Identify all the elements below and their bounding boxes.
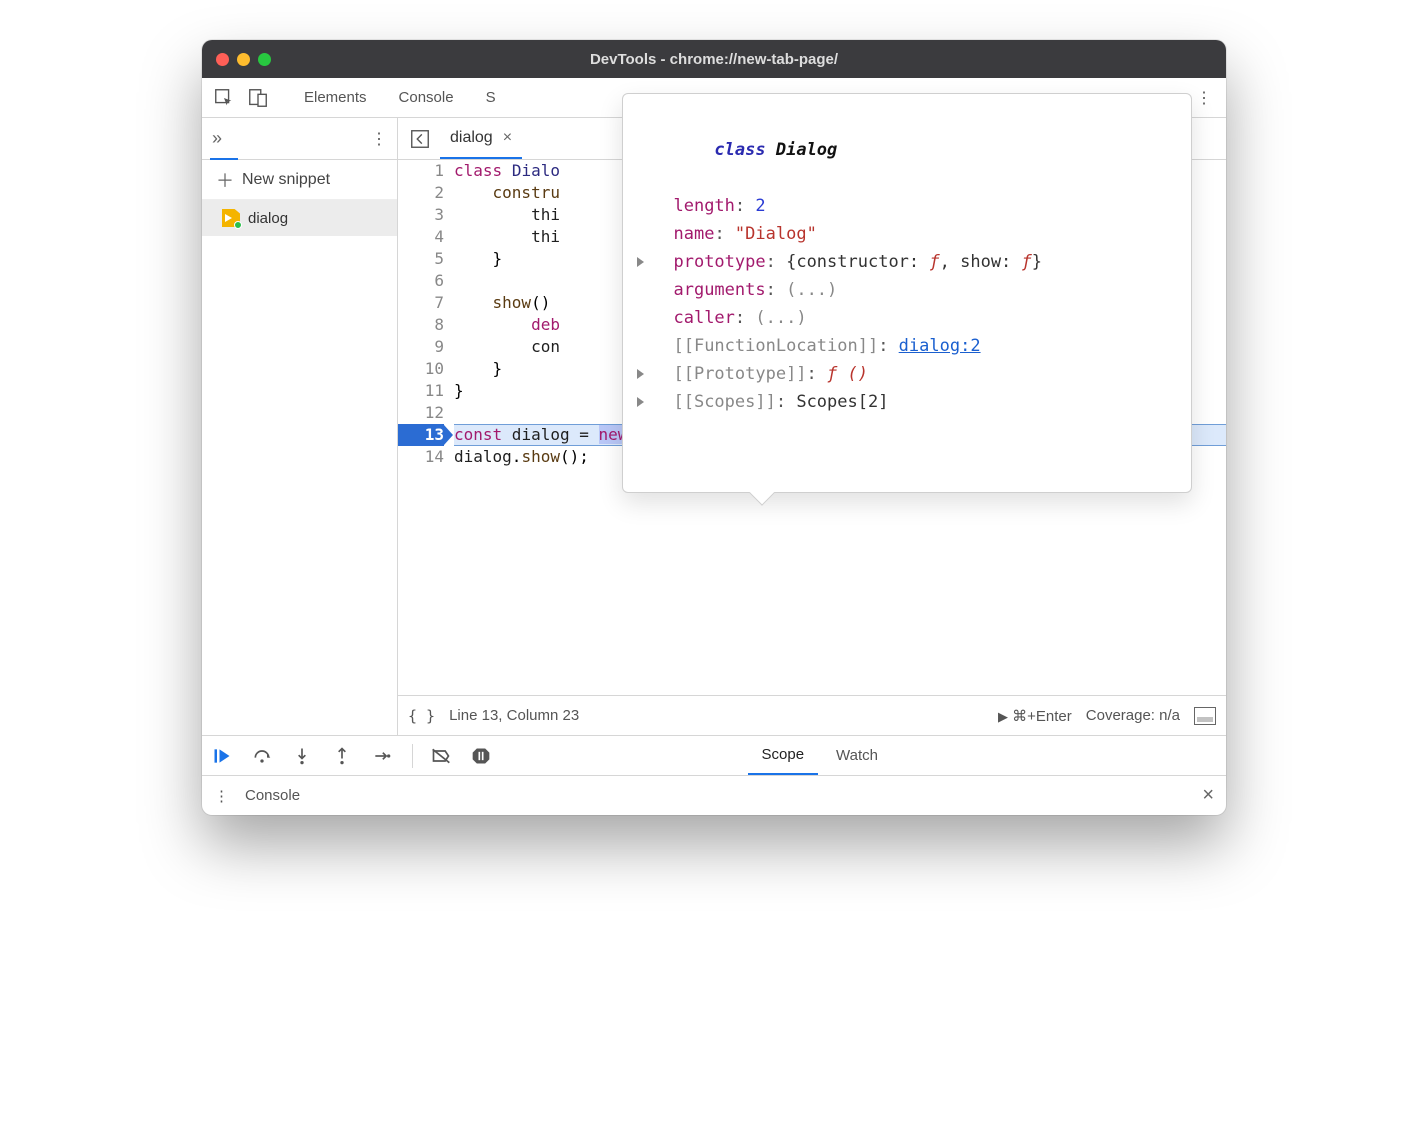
maximize-window-icon[interactable] — [258, 53, 271, 66]
step-into-icon[interactable] — [292, 746, 314, 766]
tab-scope[interactable]: Scope — [748, 736, 819, 775]
editor-tab-label: dialog — [450, 129, 493, 147]
tab-sources-truncated[interactable]: S — [470, 78, 512, 117]
editor-tab-dialog[interactable]: dialog × — [440, 118, 522, 159]
popover-row-function-location[interactable]: [[FunctionLocation]]: dialog:2 — [653, 332, 1175, 360]
toggle-drawer-icon[interactable] — [1194, 707, 1216, 725]
popover-row-prototype[interactable]: prototype: {constructor: ƒ, show: ƒ} — [653, 248, 1175, 276]
popover-title: class Dialog — [653, 108, 1175, 192]
coverage-status: Coverage: n/a — [1086, 707, 1180, 724]
popover-row-scopes[interactable]: [[Scopes]]: Scopes[2] — [653, 388, 1175, 416]
close-tab-icon[interactable]: × — [503, 129, 512, 147]
new-snippet-label: New snippet — [242, 171, 330, 189]
console-tab-label[interactable]: Console — [245, 787, 300, 804]
tab-elements[interactable]: Elements — [288, 78, 383, 117]
snippet-item-dialog[interactable]: dialog — [202, 200, 397, 236]
pause-on-exceptions-icon[interactable] — [471, 746, 493, 766]
sidebar-menu-icon[interactable] — [371, 129, 387, 149]
devtools-window: DevTools - chrome://new-tab-page/ Elemen… — [202, 40, 1226, 815]
console-drawer: Console × — [202, 775, 1226, 815]
resume-icon[interactable] — [212, 746, 234, 766]
step-over-icon[interactable] — [252, 746, 274, 766]
minimize-window-icon[interactable] — [237, 53, 250, 66]
device-toggle-icon[interactable] — [244, 84, 272, 112]
snippet-file-icon — [222, 209, 240, 227]
popover-row-arguments[interactable]: arguments: (...) — [653, 276, 1175, 304]
popover-row-internal-prototype[interactable]: [[Prototype]]: ƒ () — [653, 360, 1175, 388]
console-menu-icon[interactable] — [214, 787, 229, 805]
more-tools-icon[interactable] — [1190, 84, 1218, 112]
pretty-print-icon[interactable]: { } — [408, 707, 435, 725]
new-snippet-button[interactable]: ＋ New snippet — [202, 160, 397, 200]
step-icon[interactable] — [372, 746, 394, 766]
plus-icon: ＋ — [216, 167, 234, 193]
popover-row-length[interactable]: length: 2 — [653, 192, 1175, 220]
navigate-back-icon[interactable] — [406, 125, 434, 153]
sidebar-header: » — [202, 118, 397, 160]
snippets-sidebar: » ＋ New snippet dialog — [202, 118, 398, 735]
titlebar: DevTools - chrome://new-tab-page/ — [202, 40, 1226, 78]
cursor-position: Line 13, Column 23 — [449, 707, 579, 724]
tab-watch[interactable]: Watch — [822, 736, 892, 775]
tab-console[interactable]: Console — [383, 78, 470, 117]
function-location-link[interactable]: dialog:2 — [899, 336, 981, 356]
active-line-number: 13 — [398, 424, 444, 446]
close-window-icon[interactable] — [216, 53, 229, 66]
navigator-expand-icon[interactable]: » — [212, 128, 222, 149]
inspect-icon[interactable] — [210, 84, 238, 112]
popover-row-caller[interactable]: caller: (...) — [653, 304, 1175, 332]
debugger-toolbar: Scope Watch — [202, 735, 1226, 775]
window-title: DevTools - chrome://new-tab-page/ — [202, 51, 1226, 68]
close-drawer-icon[interactable]: × — [1202, 784, 1214, 807]
object-preview-popover[interactable]: class Dialog length: 2 name: "Dialog" pr… — [622, 93, 1192, 493]
step-out-icon[interactable] — [332, 746, 354, 766]
run-snippet-hint[interactable]: ▶ ⌘+Enter — [998, 707, 1072, 725]
popover-row-name[interactable]: name: "Dialog" — [653, 220, 1175, 248]
editor-statusbar: { } Line 13, Column 23 ▶ ⌘+Enter Coverag… — [398, 695, 1226, 735]
snippet-item-label: dialog — [248, 210, 288, 227]
deactivate-breakpoints-icon[interactable] — [431, 746, 453, 766]
